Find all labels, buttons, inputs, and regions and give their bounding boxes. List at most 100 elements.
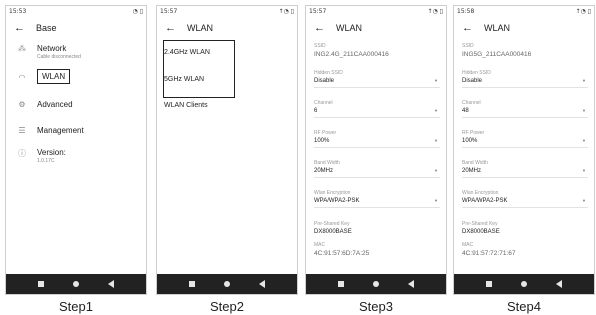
menu-item-advanced[interactable]: ⚙ Advanced: [6, 100, 146, 109]
wlan-5ghz-item[interactable]: 5GHz WLAN: [164, 76, 204, 83]
ssid-field[interactable]: SSID ING2.4G_211CAA000416: [314, 43, 440, 58]
dropdown-caret-icon: ▼: [434, 138, 438, 143]
app-bar: ← WLAN: [157, 16, 297, 40]
home-icon[interactable]: [72, 281, 79, 287]
field-value: 20MHz ▼: [314, 168, 438, 174]
step-caption: Step3: [359, 299, 393, 314]
field-value: DX8000BASE: [314, 229, 352, 235]
dropdown-caret-icon: ▼: [582, 78, 586, 83]
divider: [462, 177, 588, 178]
divider: [314, 87, 440, 88]
nav-back-icon[interactable]: [555, 280, 562, 288]
field-label: Channel: [314, 100, 333, 106]
wlan-clients-item[interactable]: WLAN Clients: [164, 102, 208, 109]
divider: [314, 147, 440, 148]
menu-lines-icon: ☰: [18, 126, 26, 135]
back-arrow-icon[interactable]: ←: [314, 22, 330, 34]
recent-apps-icon[interactable]: [38, 281, 45, 287]
wlan-encryption-select[interactable]: Wlan Encryption WPA/WPA2-PSK ▼: [462, 190, 588, 208]
status-bar: 15:57 ↑◔ ▯: [306, 6, 446, 16]
channel-select[interactable]: Channel 48 ▼: [462, 100, 588, 118]
pre-shared-key-field[interactable]: Pre-Shared Key DX8000BASE: [462, 221, 588, 235]
back-arrow-icon[interactable]: ←: [462, 22, 478, 34]
menu-item-wlan[interactable]: ◠ WLAN: [6, 69, 146, 84]
divider: [462, 207, 588, 208]
dropdown-caret-icon: ▼: [434, 108, 438, 113]
back-arrow-icon[interactable]: ←: [165, 22, 181, 34]
android-nav-bar: [454, 274, 594, 294]
field-value: ING2.4G_211CAA000416: [314, 51, 389, 58]
divider: [462, 117, 588, 118]
android-nav-bar: [306, 274, 446, 294]
field-value: 20MHz ▼: [462, 168, 586, 174]
field-value: 4C:91:57:6D:7A:25: [314, 250, 370, 257]
recent-apps-icon[interactable]: [338, 281, 345, 287]
app-bar: ← WLAN: [306, 16, 446, 40]
field-value: 4C:91:57:72:71:67: [462, 250, 516, 257]
divider: [314, 177, 440, 178]
home-icon[interactable]: [372, 281, 379, 287]
status-icons: ↑◔ ▯: [575, 7, 591, 15]
status-time: 15:58: [457, 7, 475, 15]
menu-item-version: ⓘ Version: 1.0.17C: [6, 148, 146, 164]
field-label: Pre-Shared Key: [462, 221, 498, 227]
band-width-select[interactable]: Band Width 20MHz ▼: [314, 160, 440, 178]
home-icon[interactable]: [520, 281, 527, 287]
nav-back-icon[interactable]: [107, 280, 114, 288]
field-label: Pre-Shared Key: [314, 221, 350, 227]
menu-label: Network: [37, 44, 67, 53]
rf-power-select[interactable]: RF Power 100% ▼: [314, 130, 440, 148]
field-label: MAC: [314, 242, 326, 248]
status-icons: ↑◔ ▯: [427, 7, 443, 15]
recent-apps-icon[interactable]: [486, 281, 493, 287]
page-title: WLAN: [484, 23, 511, 33]
menu-sublabel: Cable disconnected: [37, 54, 81, 60]
field-value: 100% ▼: [462, 138, 586, 144]
status-bar: 15:58 ↑◔ ▯: [454, 6, 594, 16]
menu-label: Version:: [37, 148, 66, 157]
field-value: WPA/WPA2-PSK ▼: [462, 198, 586, 204]
recent-apps-icon[interactable]: [189, 281, 196, 287]
menu-item-management[interactable]: ☰ Management: [6, 126, 146, 135]
app-bar: ← Base: [6, 16, 146, 40]
home-icon[interactable]: [223, 281, 230, 287]
phone-step2: 15:57 ↑◔ ▯ ← WLAN 2.4GHz WLAN 5GHz WLAN …: [156, 5, 298, 295]
field-value: DX8000BASE: [462, 229, 500, 235]
wlan-encryption-select[interactable]: Wlan Encryption WPA/WPA2-PSK ▼: [314, 190, 440, 208]
field-label: Wlan Encryption: [314, 190, 351, 196]
channel-select[interactable]: Channel 6 ▼: [314, 100, 440, 118]
band-width-select[interactable]: Band Width 20MHz ▼: [462, 160, 588, 178]
settings-gear-icon: ⚙: [18, 100, 26, 109]
nav-back-icon[interactable]: [258, 280, 265, 288]
field-label: RF Power: [314, 130, 337, 136]
hidden-ssid-select[interactable]: Hidden SSID Disable ▼: [462, 70, 588, 88]
dropdown-caret-icon: ▼: [582, 108, 586, 113]
status-bar: 15:57 ↑◔ ▯: [157, 6, 297, 16]
step-caption: Step2: [210, 299, 244, 314]
field-value: 6 ▼: [314, 108, 438, 114]
dropdown-caret-icon: ▼: [582, 168, 586, 173]
field-value: 48 ▼: [462, 108, 586, 114]
rf-power-select[interactable]: RF Power 100% ▼: [462, 130, 588, 148]
menu-item-network[interactable]: ⁂ Network Cable disconnected: [6, 44, 146, 60]
field-value: Disable ▼: [462, 78, 586, 84]
dropdown-caret-icon: ▼: [582, 198, 586, 203]
dropdown-caret-icon: ▼: [582, 138, 586, 143]
field-label: Wlan Encryption: [462, 190, 499, 196]
mac-field: MAC 4C:91:57:6D:7A:25: [314, 242, 440, 257]
wlan-24ghz-item[interactable]: 2.4GHz WLAN: [164, 49, 210, 56]
status-time: 15:57: [309, 7, 327, 15]
divider: [314, 117, 440, 118]
field-value: WPA/WPA2-PSK ▼: [314, 198, 438, 204]
nav-back-icon[interactable]: [407, 280, 414, 288]
wifi-icon: ◠: [18, 73, 26, 82]
ssid-field[interactable]: SSID ING5G_211CAA000416: [462, 43, 588, 58]
pre-shared-key-field[interactable]: Pre-Shared Key DX8000BASE: [314, 221, 440, 235]
field-label: Channel: [462, 100, 481, 106]
back-arrow-icon[interactable]: ←: [14, 22, 30, 34]
step-caption: Step1: [59, 299, 93, 314]
hidden-ssid-select[interactable]: Hidden SSID Disable ▼: [314, 70, 440, 88]
dropdown-caret-icon: ▼: [434, 78, 438, 83]
mac-field: MAC 4C:91:57:72:71:67: [462, 242, 588, 257]
menu-sublabel: 1.0.17C: [37, 158, 55, 164]
